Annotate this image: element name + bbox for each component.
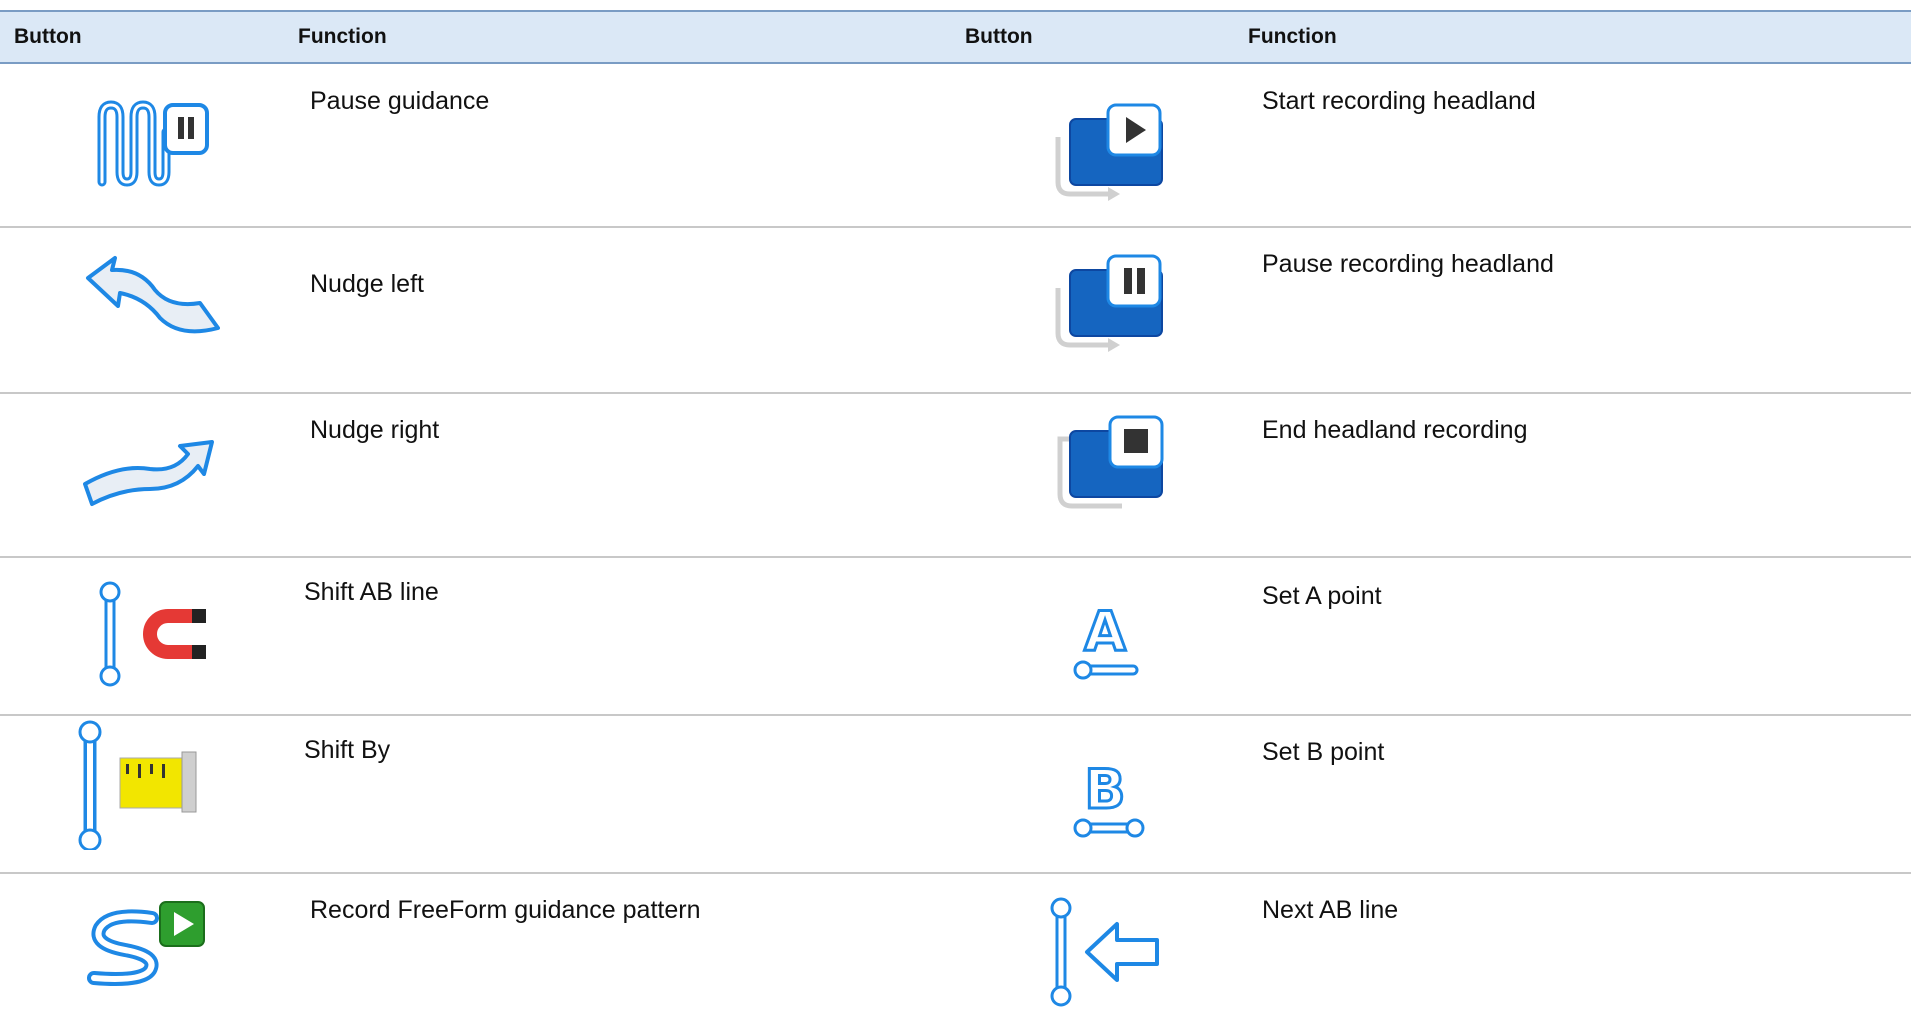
- function-label: Nudge left: [310, 270, 424, 298]
- set-a-point-icon: A: [1035, 580, 1175, 700]
- pause-guidance-icon: [80, 87, 220, 207]
- set-b-point-icon: B: [1035, 738, 1175, 858]
- table-row: Nudge left Pause recording headland: [0, 228, 1911, 394]
- function-label: Record FreeForm guidance pattern: [310, 896, 701, 924]
- header-button-col-2: Button: [965, 25, 1033, 48]
- next-ab-line-icon: [1035, 894, 1175, 1014]
- nudge-right-icon: [80, 414, 220, 534]
- function-label: Set A point: [1262, 582, 1382, 610]
- svg-text:A: A: [1084, 600, 1126, 663]
- table-row: Record FreeForm guidance pattern Next AB…: [0, 874, 1911, 1028]
- table-row: Shift By B Set B point: [0, 716, 1911, 874]
- end-headland-recording-icon: [1040, 409, 1180, 529]
- function-label: Next AB line: [1262, 896, 1399, 924]
- function-label: Set B point: [1262, 738, 1385, 766]
- shift-by-icon: [70, 720, 210, 850]
- record-freeform-icon: [80, 888, 220, 1008]
- function-label: Nudge right: [310, 416, 440, 444]
- start-recording-headland-icon: [1040, 97, 1180, 217]
- function-label: Shift By: [304, 736, 391, 764]
- header-function-col-2: Function: [1248, 25, 1337, 48]
- shift-ab-line-icon: [80, 578, 220, 698]
- header-function-col-1: Function: [298, 25, 387, 48]
- pause-recording-headland-icon: [1040, 248, 1180, 368]
- nudge-left-icon: [80, 248, 220, 368]
- button-function-table: Button Function Button Function Pause gu…: [0, 10, 1911, 1007]
- svg-text:B: B: [1084, 758, 1125, 821]
- table-row: Nudge right End headland recording: [0, 394, 1911, 558]
- function-label: Start recording headland: [1262, 87, 1536, 115]
- function-label: Pause recording headland: [1262, 250, 1554, 278]
- function-label: End headland recording: [1262, 416, 1528, 444]
- table-row: Pause guidance Start recording headland: [0, 62, 1911, 228]
- function-label: Pause guidance: [310, 87, 490, 115]
- table-row: Shift AB line A Set A point: [0, 558, 1911, 716]
- function-label: Shift AB line: [304, 578, 439, 606]
- header-button-col-1: Button: [14, 25, 82, 48]
- table-header: Button Function Button Function: [0, 10, 1911, 64]
